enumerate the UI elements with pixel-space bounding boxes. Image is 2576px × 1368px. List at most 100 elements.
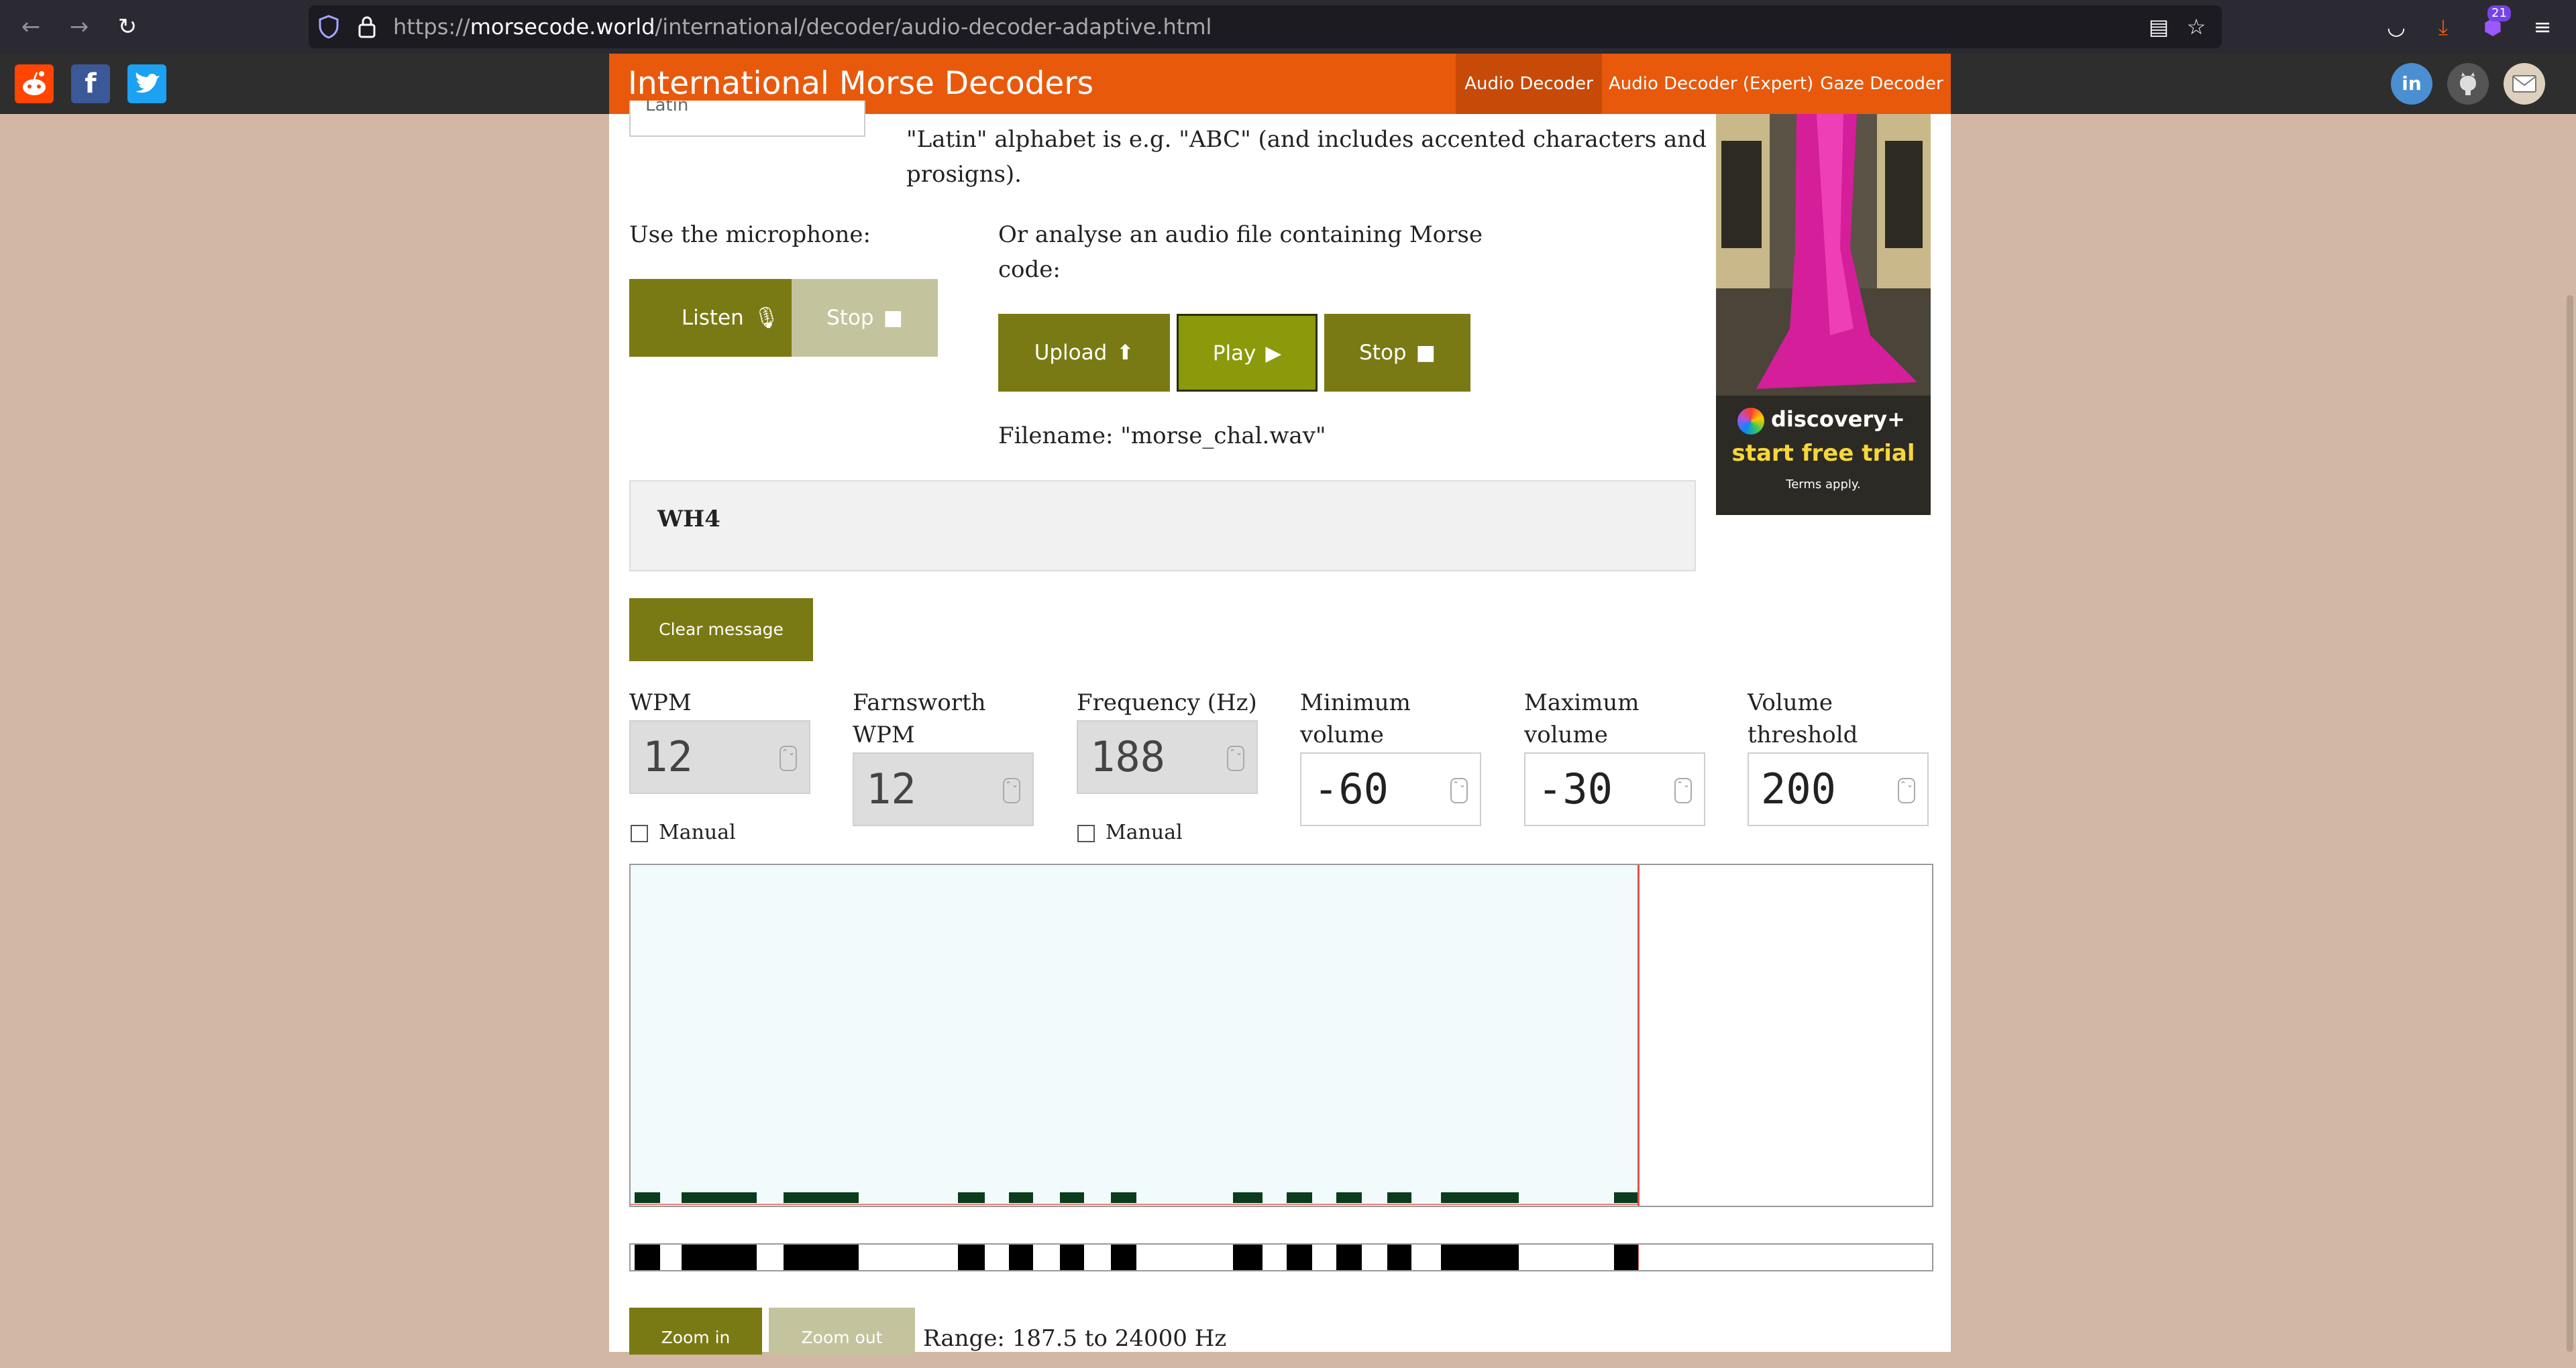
min-volume-input[interactable]: -60 ⌃⌄ <box>1300 752 1481 826</box>
morse-mark <box>784 1245 859 1270</box>
alphabet-description-1: "Latin" alphabet is e.g. "ABC" (and incl… <box>906 126 1707 153</box>
wpm-input[interactable]: 12 ⌃⌄ <box>629 720 810 794</box>
reload-icon[interactable]: ↻ <box>111 11 144 43</box>
linkedin-icon[interactable]: in <box>2391 63 2432 105</box>
morse-mark <box>1614 1245 1638 1270</box>
facebook-icon[interactable]: f <box>71 64 110 103</box>
url-text: https://morsecode.world/international/de… <box>393 9 1212 44</box>
reddit-icon[interactable] <box>15 64 54 103</box>
min-volume-label-2: volume <box>1300 722 1384 748</box>
mic-stop-button[interactable]: Stop ■ <box>792 279 938 357</box>
signal-pulse <box>1233 1192 1263 1203</box>
threshold-label-1: Volume <box>1748 689 1833 716</box>
scrollbar-thumb[interactable] <box>2567 295 2573 1352</box>
url-scheme: https:// <box>393 14 470 40</box>
clear-message-button[interactable]: Clear message <box>629 598 813 661</box>
frequency-manual-checkbox[interactable] <box>1077 825 1095 842</box>
signal-pulse <box>784 1192 859 1203</box>
signal-pulse <box>958 1192 985 1203</box>
spectrogram[interactable] <box>629 864 1933 1207</box>
morse-mark <box>1233 1245 1263 1270</box>
ad-brand: discovery+ <box>1771 406 1905 432</box>
advertisement[interactable]: discovery+ start free trial Terms apply. <box>1716 114 1931 515</box>
menu-icon[interactable]: ≡ <box>2526 11 2559 43</box>
wpm-value: 12 <box>643 732 693 781</box>
threshold-label-2: threshold <box>1748 722 1858 748</box>
extension-badge: 21 <box>2487 5 2511 21</box>
wpm-manual-checkbox[interactable] <box>631 825 648 842</box>
morse-mark <box>1009 1245 1033 1270</box>
min-volume-value: -60 <box>1313 764 1389 813</box>
spinner-icon[interactable]: ⌃⌄ <box>1674 778 1692 803</box>
reader-view-icon[interactable]: ▤ <box>2143 11 2175 43</box>
signal-pulse <box>635 1192 660 1203</box>
nav-audio-decoder[interactable]: Audio Decoder <box>1456 54 1602 114</box>
signal-pulse <box>1111 1192 1136 1203</box>
frequency-label: Frequency (Hz) <box>1077 689 1257 716</box>
morse-mark <box>1441 1245 1519 1270</box>
spectrogram-baseline <box>631 1204 1638 1205</box>
signal-pulse <box>1336 1192 1362 1203</box>
lock-icon[interactable] <box>357 15 377 39</box>
max-volume-input[interactable]: -30 ⌃⌄ <box>1524 752 1705 826</box>
alphabet-select[interactable]: Latin <box>629 101 865 137</box>
signal-pulse <box>1441 1192 1519 1203</box>
github-icon[interactable] <box>2447 63 2489 105</box>
farnsworth-label-1: Farnsworth <box>853 689 986 716</box>
forward-icon[interactable]: → <box>63 11 95 43</box>
farnsworth-label-2: WPM <box>853 722 915 748</box>
upload-icon: ⬆ <box>1116 341 1134 365</box>
spinner-icon[interactable]: ⌃⌄ <box>1003 778 1020 803</box>
decoded-output-box: WH4 <box>629 480 1696 571</box>
signal-pulse <box>1060 1192 1084 1203</box>
play-button[interactable]: Play ▶ <box>1177 314 1318 392</box>
wpm-manual-label: Manual <box>659 821 736 844</box>
max-volume-label-2: volume <box>1524 722 1608 748</box>
bookmark-star-icon[interactable]: ☆ <box>2180 11 2212 43</box>
morse-mark <box>1111 1245 1136 1270</box>
max-volume-label-1: Maximum <box>1524 689 1640 716</box>
spectrogram-signal <box>631 865 1638 1206</box>
back-icon[interactable]: ← <box>15 11 47 43</box>
morse-timing-strip <box>629 1243 1933 1271</box>
wpm-label: WPM <box>629 689 692 716</box>
play-label: Play <box>1212 341 1256 365</box>
stop-square-icon: ■ <box>883 306 903 330</box>
download-icon[interactable]: ⤓ <box>2427 11 2459 43</box>
frequency-input[interactable]: 188 ⌃⌄ <box>1077 720 1258 794</box>
email-icon[interactable] <box>2504 63 2545 105</box>
threshold-input[interactable]: 200 ⌃⌄ <box>1748 752 1929 826</box>
morse-mark <box>1336 1245 1362 1270</box>
file-label-2: code: <box>998 256 1061 283</box>
site-title[interactable]: International Morse Decoders <box>628 62 1093 106</box>
nav-audio-decoder-expert[interactable]: Audio Decoder (Expert) <box>1609 54 1813 114</box>
morse-mark <box>1060 1245 1084 1270</box>
spinner-icon[interactable]: ⌃⌄ <box>1450 778 1468 803</box>
farnsworth-input[interactable]: 12 ⌃⌄ <box>853 752 1034 826</box>
twitter-icon[interactable] <box>127 64 166 103</box>
file-stop-label: Stop <box>1359 341 1407 365</box>
spinner-icon[interactable]: ⌃⌄ <box>1898 778 1915 803</box>
upload-button[interactable]: Upload ⬆ <box>998 314 1170 392</box>
filename-text: Filename: "morse_chal.wav" <box>998 422 1326 449</box>
frequency-manual-label: Manual <box>1106 821 1183 844</box>
frequency-value: 188 <box>1090 732 1165 781</box>
signal-pulse <box>1287 1192 1312 1203</box>
url-path: /international/decoder/audio-decoder-ada… <box>655 14 1212 40</box>
alphabet-description-2: prosigns). <box>906 161 1022 188</box>
file-stop-button[interactable]: Stop ■ <box>1324 314 1470 392</box>
morse-mark <box>1287 1245 1312 1270</box>
zoom-in-button[interactable]: Zoom in <box>629 1308 762 1355</box>
file-label-1: Or analyse an audio file containing Mors… <box>998 221 1483 248</box>
signal-pulse <box>682 1192 757 1203</box>
signal-pulse <box>1614 1192 1638 1203</box>
spinner-icon[interactable]: ⌃⌄ <box>780 746 797 771</box>
listen-label: Listen <box>681 306 744 330</box>
zoom-out-button[interactable]: Zoom out <box>769 1308 915 1355</box>
tracking-shield-icon[interactable] <box>318 15 339 39</box>
spinner-icon[interactable]: ⌃⌄ <box>1227 746 1244 771</box>
nav-gaze-decoder[interactable]: Gaze Decoder <box>1818 54 1945 114</box>
signal-pulse <box>1387 1192 1411 1203</box>
play-icon: ▶ <box>1265 341 1282 365</box>
pocket-icon[interactable]: ◡ <box>2380 11 2412 43</box>
